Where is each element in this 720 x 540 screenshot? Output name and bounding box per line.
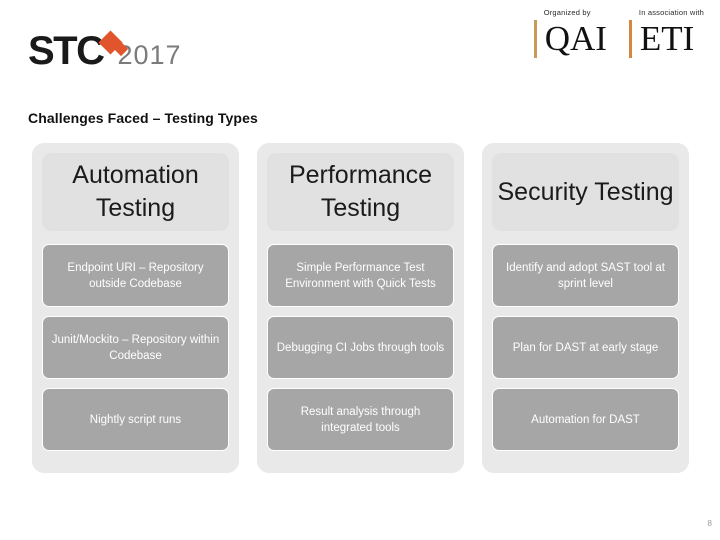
stc-conference-logo: STC 2017 bbox=[28, 22, 182, 73]
stc-logo-wordmark: STC bbox=[28, 29, 105, 73]
partner-logo-eti: ETI bbox=[628, 19, 704, 58]
column-performance-testing: Performance Testing Simple Performance T… bbox=[257, 143, 464, 473]
list-item: Junit/Mockito – Repository within Codeba… bbox=[42, 316, 229, 379]
column-heading-security-testing: Security Testing bbox=[492, 153, 679, 231]
list-item: Endpoint URI – Repository outside Codeba… bbox=[42, 244, 229, 307]
partner-logo-qai: QAI bbox=[533, 19, 607, 58]
partner-caption-organized-by: Organized by bbox=[543, 8, 591, 17]
page-number: 8 bbox=[707, 519, 712, 528]
partner-caption-in-association-with: In association with bbox=[638, 8, 704, 17]
partner-organized-by: Organized by QAI bbox=[533, 8, 607, 58]
list-item: Identify and adopt SAST tool at sprint l… bbox=[492, 244, 679, 307]
partner-name-eti: ETI bbox=[639, 19, 695, 58]
list-item: Nightly script runs bbox=[42, 388, 229, 451]
partner-logos: Organized by QAI In association with ETI bbox=[533, 8, 704, 58]
slide-header: STC 2017 Organized by QAI In association… bbox=[0, 0, 720, 92]
partner-divider-rule bbox=[533, 20, 537, 58]
partner-name-qai: QAI bbox=[544, 19, 607, 58]
list-item: Automation for DAST bbox=[492, 388, 679, 451]
column-heading-automation-testing: Automation Testing bbox=[42, 153, 229, 231]
stc-diamond-icon bbox=[97, 30, 130, 70]
column-automation-testing: Automation Testing Endpoint URI – Reposi… bbox=[32, 143, 239, 473]
testing-types-columns: Automation Testing Endpoint URI – Reposi… bbox=[32, 143, 690, 473]
list-item: Debugging CI Jobs through tools bbox=[267, 316, 454, 379]
column-security-testing: Security Testing Identify and adopt SAST… bbox=[482, 143, 689, 473]
partner-in-association-with: In association with ETI bbox=[628, 8, 704, 58]
list-item: Plan for DAST at early stage bbox=[492, 316, 679, 379]
list-item: Result analysis through integrated tools bbox=[267, 388, 454, 451]
page-title: Challenges Faced – Testing Types bbox=[28, 110, 258, 126]
partner-divider-rule bbox=[628, 20, 632, 58]
list-item: Simple Performance Test Environment with… bbox=[267, 244, 454, 307]
column-heading-performance-testing: Performance Testing bbox=[267, 153, 454, 231]
